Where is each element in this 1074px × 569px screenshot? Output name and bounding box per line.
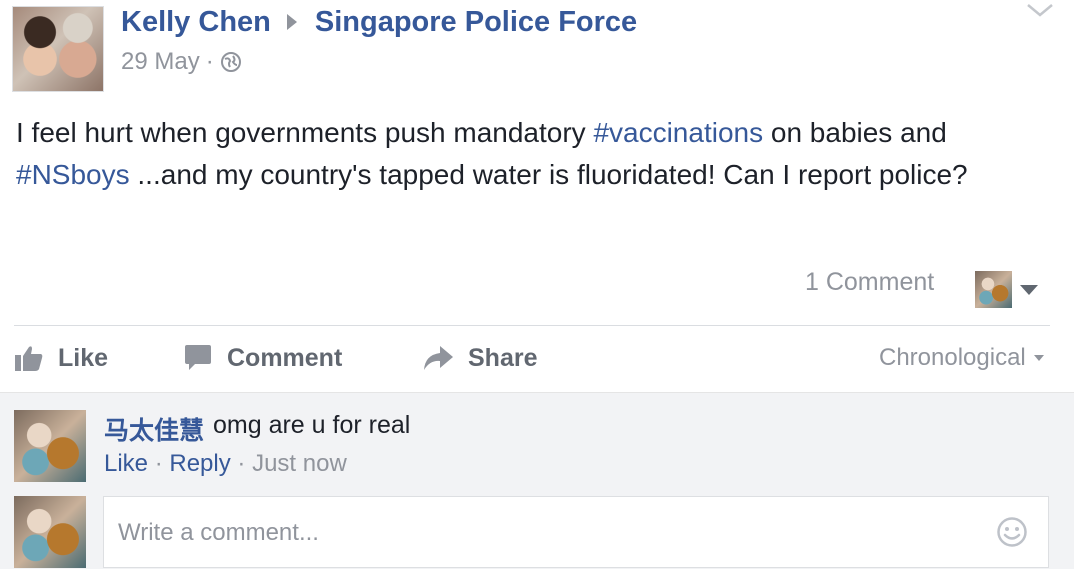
author-name[interactable]: Kelly Chen (121, 6, 271, 39)
target-page-name[interactable]: Singapore Police Force (315, 6, 637, 39)
comment-like-link[interactable]: Like (104, 450, 148, 477)
hashtag-vaccinations[interactable]: #vaccinations (593, 117, 763, 148)
comment-text: omg are u for real (213, 411, 411, 439)
author-avatar[interactable] (12, 6, 104, 92)
comment-label: Comment (227, 343, 343, 372)
share-label: Share (468, 343, 538, 372)
post-meta: 29 May · (121, 48, 242, 76)
post-date[interactable]: 29 May (121, 48, 200, 76)
speech-bubble-icon (185, 345, 211, 370)
post-text: I feel hurt when governments push mandat… (16, 112, 1061, 196)
post-text-part2: on babies and (763, 117, 947, 148)
comment-composer[interactable] (103, 496, 1049, 568)
sort-dropdown[interactable]: Chronological (879, 344, 1044, 372)
chevron-down-icon[interactable] (1023, 0, 1057, 20)
comment-button[interactable]: Comment (183, 338, 342, 378)
post-text-part1: I feel hurt when governments push mandat… (16, 117, 594, 148)
current-user-avatar[interactable] (14, 496, 86, 568)
comment-input[interactable] (116, 515, 980, 551)
post-header: Kelly Chen Singapore Police Force (121, 4, 637, 40)
comment-actions-separator: · (154, 450, 170, 477)
arrow-right-icon (286, 14, 297, 30)
divider (14, 325, 1050, 326)
sort-label: Chronological (879, 344, 1026, 371)
like-label: Like (58, 343, 109, 372)
caret-down-icon (1033, 355, 1044, 361)
post-text-part3: ...and my country's tapped water is fluo… (129, 159, 968, 190)
hashtag-nsboys[interactable]: #NSboys (16, 159, 130, 190)
comment-timestamp[interactable]: Just now (252, 450, 347, 477)
viewer-avatar[interactable] (975, 271, 1012, 308)
caret-down-icon[interactable] (1020, 285, 1038, 295)
comment-reply-link[interactable]: Reply (169, 450, 230, 477)
smiley-icon[interactable] (996, 516, 1028, 548)
comment-count-link[interactable]: 1 Comment (805, 268, 934, 297)
commenter-avatar[interactable] (14, 410, 86, 482)
share-arrow-icon (424, 346, 453, 370)
globe-icon[interactable] (220, 51, 242, 73)
meta-separator: · (205, 48, 214, 75)
comment-author[interactable]: 马太佳慧 (104, 411, 204, 447)
comment-actions-separator: · (237, 450, 253, 477)
share-button[interactable]: Share (422, 338, 537, 378)
like-button[interactable]: Like (14, 338, 108, 378)
comment-actions: Like · Reply · Just now (104, 450, 347, 478)
thumbs-up-icon (15, 346, 43, 371)
